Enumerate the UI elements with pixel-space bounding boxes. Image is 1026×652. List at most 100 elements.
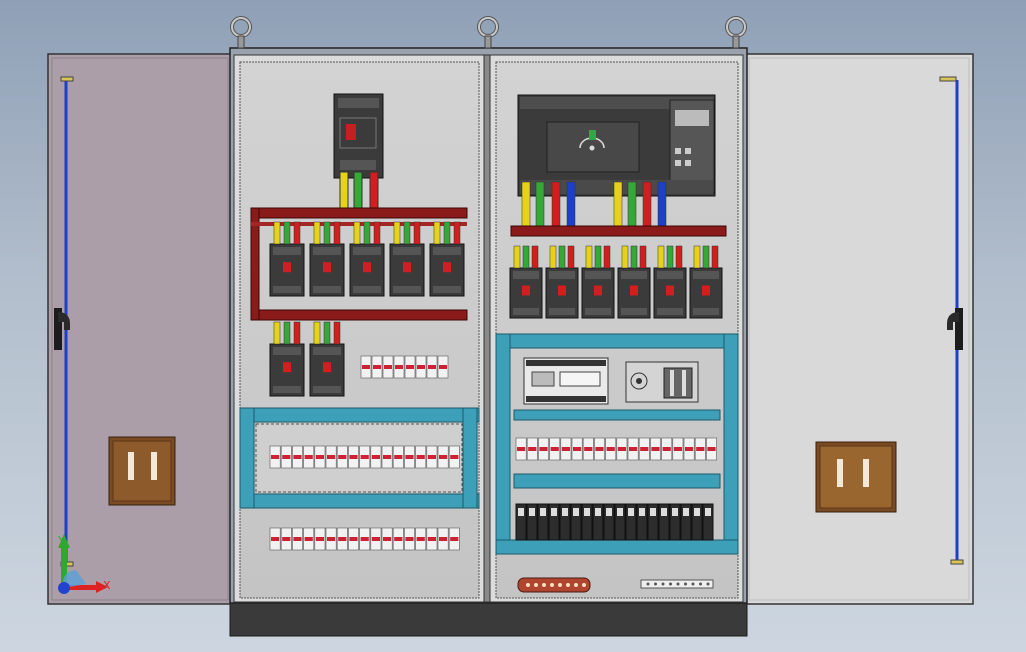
controller-module[interactable]: [523, 357, 609, 405]
relay: [625, 503, 637, 541]
terminal-block: [393, 355, 405, 379]
terminal-block: [381, 445, 393, 469]
lifting-eye-right: [725, 16, 747, 49]
breaker-left-upper[interactable]: [269, 221, 305, 297]
terminal-block: [325, 445, 337, 469]
terminal-block: [269, 445, 281, 469]
plc-main-unit[interactable]: [517, 94, 716, 197]
breaker-right[interactable]: [653, 245, 687, 319]
terminal-block: [371, 355, 383, 379]
terminal-block: [303, 445, 315, 469]
terminal-block: [672, 437, 684, 461]
breaker-left-upper[interactable]: [309, 221, 345, 297]
relay: [581, 503, 593, 541]
terminal-block: [616, 437, 628, 461]
breaker-right[interactable]: [509, 245, 543, 319]
relay: [702, 503, 714, 541]
breaker-left-upper[interactable]: [429, 221, 465, 297]
terminal-block: [325, 527, 337, 551]
relay: [570, 503, 582, 541]
terminal-block: [549, 437, 561, 461]
relay: [515, 503, 527, 541]
breaker-row-left-upper: [269, 221, 465, 297]
terminal-block: [415, 445, 427, 469]
cad-viewport[interactable]: Y X: [0, 0, 1026, 652]
terminal-block: [448, 527, 460, 551]
terminal-block: [694, 437, 706, 461]
power-supply-unit[interactable]: [625, 361, 699, 403]
relay: [647, 503, 659, 541]
relay: [603, 503, 615, 541]
terminal-block: [683, 437, 695, 461]
terminal-block: [348, 445, 359, 469]
terminal-block: [382, 355, 394, 379]
relay: [537, 503, 549, 541]
terminal-block: [638, 437, 650, 461]
terminal-block: [336, 527, 348, 551]
terminal-block: [381, 527, 393, 551]
terminal-block: [605, 437, 617, 461]
terminal-block: [415, 527, 427, 551]
breaker-right[interactable]: [689, 245, 723, 319]
breaker-left-upper[interactable]: [389, 221, 425, 297]
terminal-block: [650, 437, 661, 461]
terminal-block: [426, 445, 438, 469]
electrical-cabinet-drawing: Y X: [47, 16, 974, 637]
main-circuit-breaker[interactable]: [333, 93, 384, 179]
terminal-block: [560, 437, 572, 461]
terminal-strip-left-middle: [269, 445, 460, 469]
terminal-block: [280, 445, 292, 469]
busbar-right: [510, 225, 727, 237]
terminal-block: [515, 437, 527, 461]
relay: [680, 503, 692, 541]
neutral-busbar: [640, 579, 714, 589]
z-axis-origin: [58, 582, 70, 594]
relay: [559, 503, 571, 541]
relay: [526, 503, 538, 541]
relay: [548, 503, 560, 541]
breaker-right[interactable]: [545, 245, 579, 319]
terminal-block: [370, 527, 382, 551]
relay: [691, 503, 703, 541]
door-handle-left[interactable]: [108, 436, 176, 506]
left-door: [47, 53, 233, 605]
terminal-block: [437, 445, 449, 469]
terminal-block: [392, 445, 404, 469]
terminal-block: [314, 445, 326, 469]
breaker-right[interactable]: [581, 245, 615, 319]
terminal-strip-left-lower: [269, 527, 460, 551]
lifting-eye-left: [230, 16, 252, 49]
terminal-block: [571, 437, 583, 461]
terminal-block: [627, 437, 639, 461]
terminal-block: [706, 437, 717, 461]
breaker-left-lower[interactable]: [309, 321, 345, 397]
breaker-left-lower[interactable]: [269, 321, 305, 397]
terminal-block: [437, 355, 449, 379]
relay: [592, 503, 604, 541]
terminal-block: [426, 527, 438, 551]
relay: [658, 503, 670, 541]
terminal-block: [526, 437, 538, 461]
right-door: [744, 53, 974, 605]
terminal-block: [359, 527, 371, 551]
terminal-block: [359, 445, 371, 469]
relay: [614, 503, 626, 541]
terminal-block: [448, 445, 460, 469]
terminal-block: [404, 527, 415, 551]
triad-y-label: Y: [57, 534, 65, 547]
cabinet-plinth: [229, 599, 748, 637]
lifting-eye-center: [477, 16, 499, 49]
terminal-block: [437, 527, 449, 551]
terminal-block: [404, 445, 415, 469]
terminal-block: [538, 437, 549, 461]
door-handle-right[interactable]: [815, 441, 897, 513]
terminal-block: [336, 445, 348, 469]
terminal-block: [582, 437, 594, 461]
breaker-right[interactable]: [617, 245, 651, 319]
terminal-block: [370, 445, 382, 469]
terminal-block: [348, 527, 359, 551]
terminal-block: [269, 527, 281, 551]
terminal-block: [292, 527, 303, 551]
breaker-left-upper[interactable]: [349, 221, 385, 297]
terminal-block: [392, 527, 404, 551]
